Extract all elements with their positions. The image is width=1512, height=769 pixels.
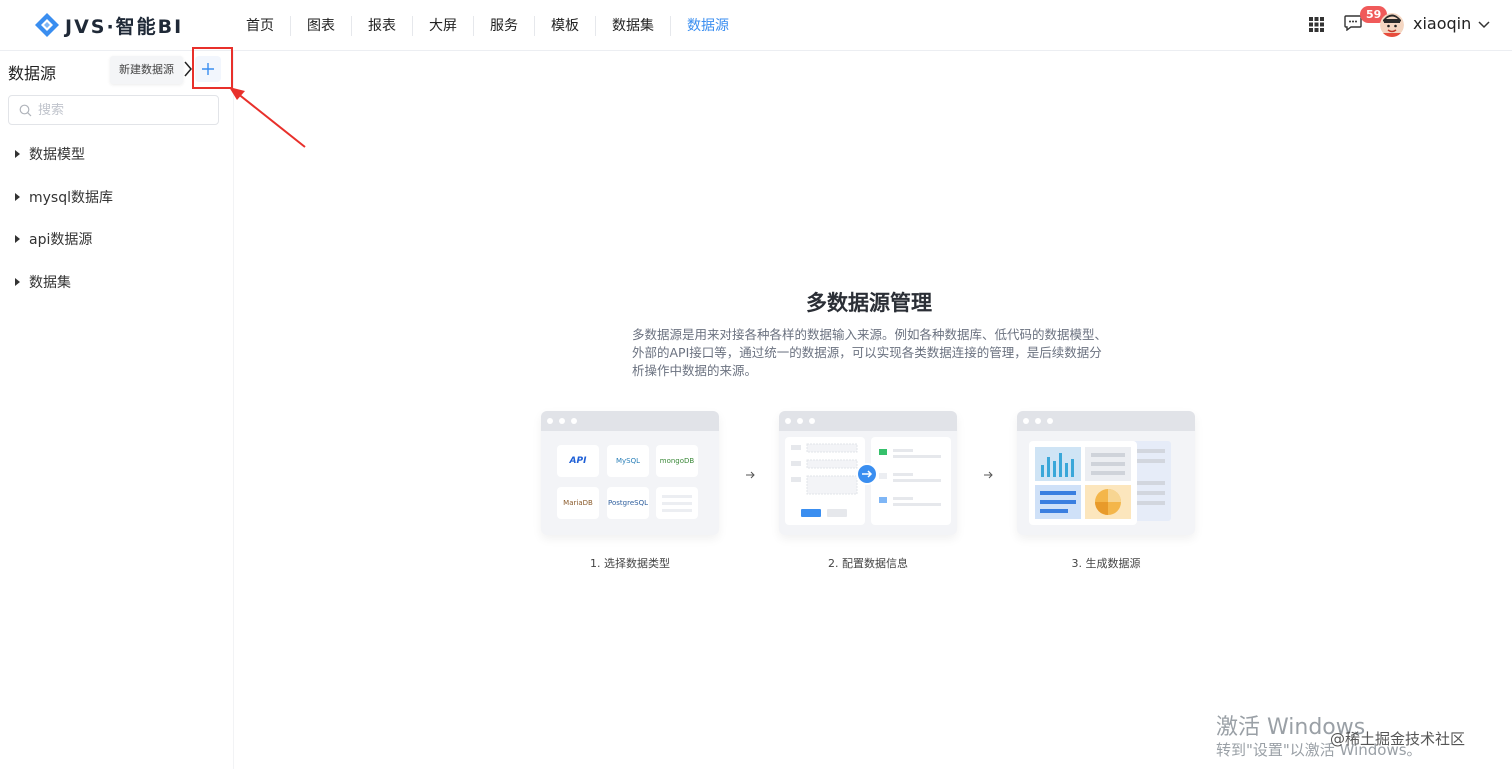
logo-icon	[35, 13, 59, 37]
tree-item-label: api数据源	[29, 232, 93, 249]
dashboard-illustration	[1029, 441, 1171, 525]
apps-grid-icon[interactable]	[1309, 17, 1324, 32]
sidebar: 数据源 新建数据源 数据模型 mysql数据库 api数据源 数据集	[0, 47, 234, 769]
new-datasource-tooltip: 新建数据源	[110, 56, 183, 84]
nav-charts[interactable]: 图表	[291, 15, 352, 36]
step-illustration-configure	[779, 411, 957, 535]
username[interactable]: xiaoqin	[1413, 14, 1471, 33]
caret-right-icon	[15, 235, 20, 244]
config-form-illustration	[785, 437, 951, 525]
step-illustration-generate	[1017, 411, 1195, 535]
message-icon[interactable]	[1344, 15, 1362, 31]
tree-item-label: 数据模型	[29, 147, 85, 164]
tree-item-label: mysql数据库	[29, 189, 113, 206]
nav-datasources[interactable]: 数据源	[671, 16, 745, 36]
main-content: 多数据源管理 多数据源是用来对接各种各样的数据输入来源。例如各种数据库、低代码的…	[235, 51, 1512, 769]
search-icon	[19, 104, 32, 116]
tree-item-label: 数据集	[29, 274, 71, 291]
tree-item-mysql[interactable]: mysql数据库	[0, 176, 234, 219]
step-card-2: 2. 配置数据信息	[779, 411, 957, 570]
datasource-tree: 数据模型 mysql数据库 api数据源 数据集	[0, 133, 234, 303]
step-card-1: API MySQL mongoDB MariaDB PostgreSQL 1. …	[541, 411, 719, 570]
caret-right-icon	[15, 277, 20, 286]
tree-item-datasets[interactable]: 数据集	[0, 261, 234, 304]
page-description: 多数据源是用来对接各种各样的数据输入来源。例如各种数据库、低代码的数据模型、外部…	[632, 327, 1108, 378]
main-nav: 首页 图表 报表 大屏 服务 模板 数据集 数据源	[230, 0, 745, 51]
avatar[interactable]	[1380, 13, 1404, 37]
nav-services[interactable]: 服务	[474, 15, 535, 36]
mariadb-tile: MariaDB	[557, 487, 599, 519]
step-label-2: 2. 配置数据信息	[828, 557, 908, 570]
arrow-right-icon	[746, 471, 755, 479]
postgresql-tile: PostgreSQL	[607, 487, 649, 519]
tree-item-data-model[interactable]: 数据模型	[0, 133, 234, 176]
nav-big-screen[interactable]: 大屏	[413, 15, 474, 36]
juejin-watermark: @稀土掘金技术社区	[1330, 730, 1466, 748]
placeholder-tile	[656, 487, 698, 519]
annotation-highlight-box	[192, 47, 233, 89]
nav-datasets[interactable]: 数据集	[596, 15, 671, 36]
nav-home[interactable]: 首页	[230, 15, 291, 36]
search-box	[8, 95, 219, 125]
step-label-1: 1. 选择数据类型	[590, 557, 670, 570]
logo-text: JVS·智能BI	[65, 15, 184, 38]
sidebar-title: 数据源	[8, 64, 57, 83]
tree-item-api[interactable]: api数据源	[0, 218, 234, 261]
step-card-3: 3. 生成数据源	[1017, 411, 1195, 570]
api-tile: API	[557, 445, 599, 477]
caret-right-icon	[15, 150, 20, 159]
top-bar: JVS·智能BI 首页 图表 报表 大屏 服务 模板 数据集 数据源 59 xi…	[0, 0, 1512, 51]
step-illustration-select-type: API MySQL mongoDB MariaDB PostgreSQL	[541, 411, 719, 535]
nav-reports[interactable]: 报表	[352, 15, 413, 36]
page-title: 多数据源管理	[806, 291, 932, 315]
arrow-right-icon	[984, 471, 993, 479]
search-input[interactable]	[38, 102, 208, 118]
nav-templates[interactable]: 模板	[535, 15, 596, 36]
chevron-down-icon[interactable]	[1477, 17, 1491, 31]
caret-right-icon	[15, 192, 20, 201]
step-label-3: 3. 生成数据源	[1071, 557, 1141, 570]
logo[interactable]: JVS·智能BI	[33, 10, 183, 40]
mongodb-tile: mongoDB	[656, 445, 698, 477]
mysql-tile: MySQL	[607, 445, 649, 477]
